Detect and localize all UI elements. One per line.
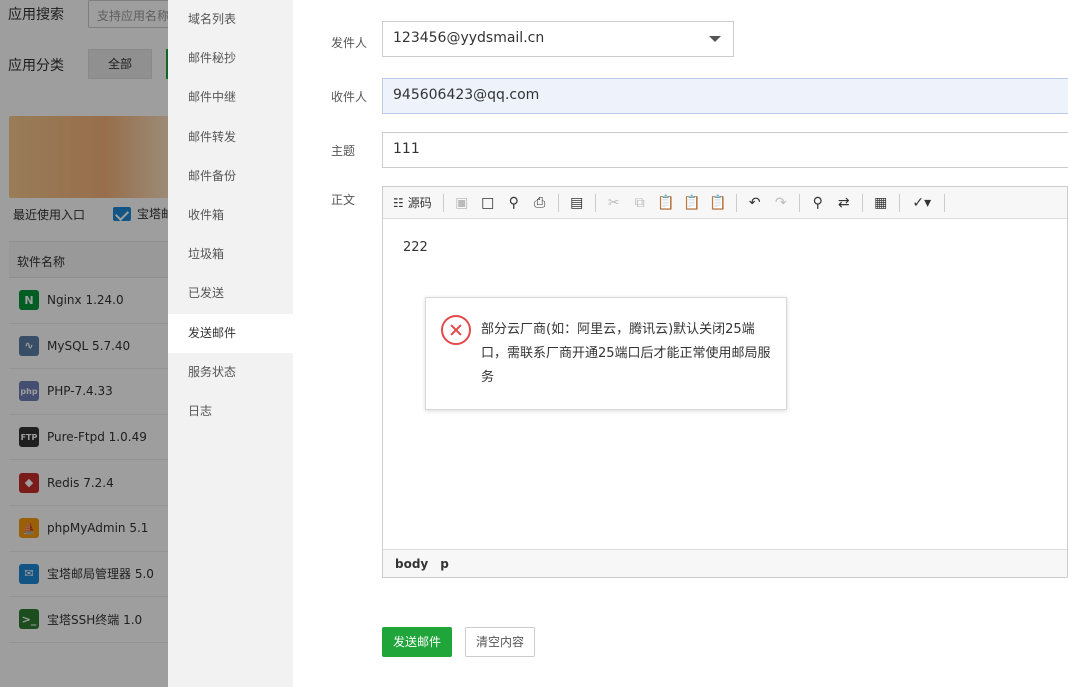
source-code-icon: ☷ [393,195,404,210]
editor-paragraph: 222 [403,240,428,255]
recipient-input[interactable]: 945606423@qq.com [382,78,1068,114]
menu-item-1[interactable]: 邮件秘抄 [168,39,293,78]
templates-icon[interactable]: ▤ [566,192,588,214]
editor-element-path: body p [383,549,1067,577]
spellcheck-icon[interactable]: ✓▾ [907,192,937,214]
recipient-label: 收件人 [331,90,368,104]
toolbar-divider [798,193,800,212]
sender-select[interactable]: 123456@yydsmail.cn [382,21,734,57]
redo-icon[interactable]: ↷ [770,192,792,214]
paste-text-icon[interactable]: 📋 [681,192,703,214]
error-toast: 部分云厂商(如：阿里云，腾讯云)默认关闭25端口，需联系厂商开通25端口后才能正… [425,297,787,410]
toolbar-divider [442,193,444,212]
clear-content-button[interactable]: 清空内容 [465,627,535,657]
menu-item-3[interactable]: 邮件转发 [168,118,293,157]
select-all-icon[interactable]: ▦ [870,192,892,214]
menu-item-7[interactable]: 已发送 [168,274,293,313]
cut-icon[interactable]: ✂ [603,192,625,214]
toast-message: 部分云厂商(如：阿里云，腾讯云)默认关闭25端口，需联系厂商开通25端口后才能正… [481,322,771,385]
toolbar-divider [735,193,737,212]
menu-item-9[interactable]: 服务状态 [168,353,293,392]
sender-label: 发件人 [331,36,368,50]
source-button-label: 源码 [407,196,432,210]
copy-icon[interactable]: ⧉ [629,192,651,214]
menu-item-4[interactable]: 邮件备份 [168,157,293,196]
sender-value: 123456@yydsmail.cn [393,30,545,46]
editor-toolbar: ☷ 源码 ▣ □ ⚲ ⎙ ▤ ✂ ⧉ 📋 📋 📋 ↶ ↷ ⚲ ⇄ ▦ ✓▾ [383,187,1067,219]
menu-item-2[interactable]: 邮件中继 [168,78,293,117]
path-item-p[interactable]: p [440,557,449,571]
toolbar-divider [557,193,559,212]
menu-item-6[interactable]: 垃圾箱 [168,235,293,274]
menu-item-5[interactable]: 收件箱 [168,196,293,235]
menu-item-0[interactable]: 域名列表 [168,0,293,39]
subject-label: 主题 [331,144,356,158]
error-icon [441,315,471,345]
subject-input[interactable]: 111 [382,132,1068,168]
paste-word-icon[interactable]: 📋 [707,192,729,214]
new-page-icon[interactable]: □ [477,192,499,214]
undo-icon[interactable]: ↶ [744,192,766,214]
chevron-down-icon [709,36,721,42]
toolbar-divider [943,193,945,212]
path-item-body[interactable]: body [395,557,428,571]
mail-side-menu: 域名列表 邮件秘抄 邮件中继 邮件转发 邮件备份 收件箱 垃圾箱 已发送 发送邮件 服务状态 日志 [168,0,293,687]
save-icon[interactable]: ▣ [451,192,473,214]
menu-item-8[interactable]: 发送邮件 [168,313,293,353]
toolbar-divider [594,193,596,212]
toolbar-divider [861,193,863,212]
paste-icon[interactable]: 📋 [655,192,677,214]
replace-icon[interactable]: ⇄ [833,192,855,214]
menu-item-10[interactable]: 日志 [168,392,293,431]
body-label: 正文 [331,193,356,207]
source-button[interactable]: ☷ 源码 [389,192,436,214]
send-mail-button[interactable]: 发送邮件 [382,627,452,657]
toolbar-divider [898,193,900,212]
preview-icon[interactable]: ⚲ [503,192,525,214]
find-icon[interactable]: ⚲ [807,192,829,214]
print-icon[interactable]: ⎙ [529,192,551,214]
